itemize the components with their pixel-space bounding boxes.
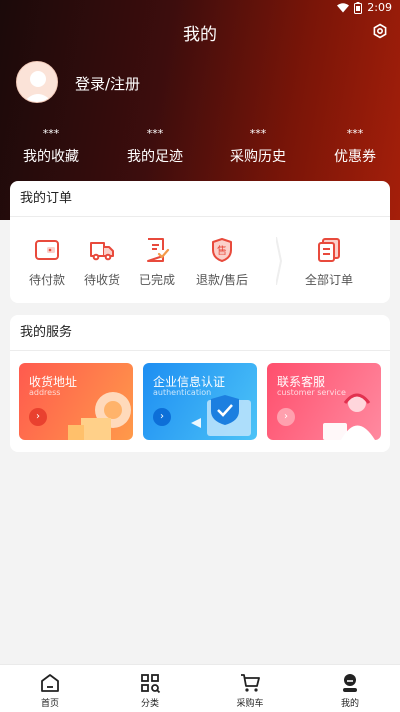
stat-value: ***: [346, 127, 364, 140]
stat-label: 优惠券: [334, 149, 376, 165]
service-address[interactable]: 收货地址 address ›: [19, 363, 133, 440]
services-title: 我的服务: [10, 315, 390, 351]
order-refund-after-sale[interactable]: 售 退款/售后: [192, 237, 252, 288]
order-all[interactable]: 全部订单: [299, 237, 359, 288]
cart-icon: [241, 674, 260, 692]
orders-title: 我的订单: [10, 181, 390, 217]
status-bar: 2:09: [0, 0, 400, 16]
settings-icon[interactable]: [372, 23, 388, 39]
page-title: 我的: [183, 25, 217, 45]
order-label: 待收货: [83, 273, 120, 287]
order-label: 全部订单: [304, 273, 353, 287]
avatar-icon: [17, 62, 57, 102]
order-label: 待付款: [28, 273, 65, 287]
order-pending-payment[interactable]: 待付款: [17, 237, 77, 288]
stat-label: 采购历史: [230, 149, 286, 165]
stat-coupons[interactable]: *** 优惠券: [310, 128, 400, 166]
home-icon: [41, 674, 59, 692]
tab-label: 分类: [140, 699, 159, 709]
services-card: 我的服务 收货地址 address › 企业信息认证 authenticatio…: [10, 315, 390, 452]
receipt-check-icon: [147, 238, 170, 262]
stat-purchase-history[interactable]: *** 采购历史: [213, 128, 303, 166]
tab-home[interactable]: 首页: [20, 672, 80, 709]
order-completed[interactable]: 已完成: [127, 237, 187, 288]
tab-category[interactable]: 分类: [120, 672, 180, 709]
service-arrow-icon: ›: [153, 408, 171, 426]
stat-value: ***: [249, 127, 267, 140]
tab-label: 首页: [40, 699, 59, 709]
stat-value: ***: [42, 127, 60, 140]
order-label: 退款/售后: [195, 273, 249, 287]
stat-label: 我的足迹: [127, 149, 183, 165]
after-sale-shield-icon: 售: [212, 238, 232, 262]
stat-favorites[interactable]: *** 我的收藏: [6, 128, 96, 166]
status-time: 2:09: [367, 1, 392, 14]
stat-footprints[interactable]: *** 我的足迹: [110, 128, 200, 166]
service-subtitle: address: [29, 388, 61, 397]
category-icon: [141, 674, 161, 694]
order-label: 已完成: [138, 273, 175, 287]
documents-icon: [318, 238, 340, 262]
wallet-icon: [35, 240, 59, 260]
stat-value: ***: [146, 127, 164, 140]
stats-row: *** 我的收藏 *** 我的足迹 *** 采购历史 *** 优惠券: [0, 128, 400, 168]
truck-icon: [90, 242, 114, 261]
bottom-tab-bar: 首页 分类 采购车 我的: [0, 664, 400, 712]
service-enterprise-auth[interactable]: 企业信息认证 authentication ›: [143, 363, 257, 440]
wifi-icon: [337, 2, 350, 12]
tab-profile[interactable]: 我的: [320, 672, 380, 709]
service-arrow-icon: ›: [29, 408, 47, 426]
login-register-link[interactable]: 登录/注册: [75, 73, 140, 94]
service-subtitle: customer service: [277, 388, 346, 397]
profile-icon: [343, 674, 357, 692]
stat-label: 我的收藏: [23, 149, 79, 165]
avatar[interactable]: [16, 61, 58, 103]
service-customer-support[interactable]: 联系客服 customer service ›: [267, 363, 381, 440]
tab-cart[interactable]: 采购车: [220, 672, 280, 709]
service-arrow-icon: ›: [277, 408, 295, 426]
order-pending-receipt[interactable]: 待收货: [72, 237, 132, 288]
battery-icon: [354, 1, 363, 14]
orders-card: 我的订单 待付款 待收货 已完成 售 退款/售后 全部订单: [10, 181, 390, 303]
tab-label: 我的: [340, 699, 359, 709]
order-divider: [276, 237, 282, 285]
service-subtitle: authentication: [153, 388, 212, 397]
after-sale-badge-text: 售: [217, 244, 227, 257]
tab-label: 采购车: [236, 699, 264, 709]
